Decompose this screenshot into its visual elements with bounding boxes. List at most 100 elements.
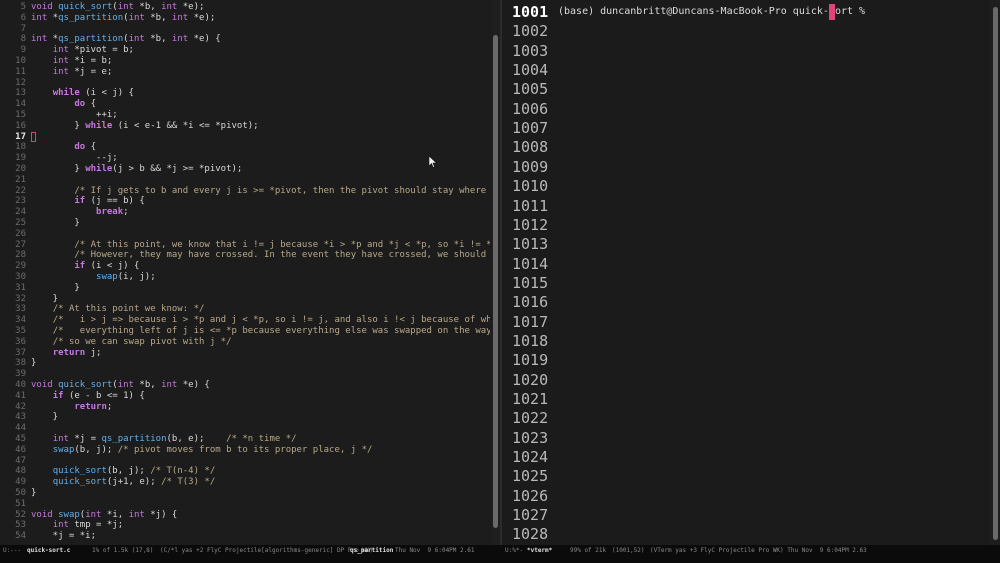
code-line[interactable]: 9 int *pivot = b; (0, 45, 490, 56)
terminal-line-number: 1010 (512, 177, 549, 196)
code-line[interactable]: 28 /* However, they may have crossed. In… (0, 250, 490, 261)
line-number: 26 (15, 228, 26, 239)
code-text: do { (74, 99, 97, 110)
editor-scrollbar[interactable] (491, 0, 500, 545)
code-line[interactable]: 22 /* If j gets to b and every j is >= *… (0, 186, 490, 197)
code-text: swap(b, j); /* pivot moves from b to its… (52, 444, 373, 455)
code-text: return j; (52, 347, 102, 358)
code-line[interactable]: 38} (0, 358, 490, 369)
right-mode-list[interactable]: (VTerm yas +3 FlyC Projectile Pro WK) Th… (650, 545, 867, 563)
terminal-line-number: 1013 (512, 235, 549, 254)
code-line[interactable]: 13 while (i < j) { (0, 88, 490, 99)
terminal-scrollbar[interactable] (990, 0, 1000, 545)
line-number: 48 (15, 466, 26, 477)
right-buffer-name[interactable]: *vterm* (527, 545, 552, 563)
left-mode-list[interactable]: (C/*l yas +2 FlyC Projectile[algorithms-… (160, 545, 373, 563)
code-line[interactable]: 34 /* i > j => because i > *p and j < *p… (0, 315, 490, 326)
code-text: int *i = b; (52, 56, 113, 66)
code-line[interactable]: 39 (0, 369, 490, 380)
left-buffer-name[interactable]: quick-sort.c (27, 545, 70, 563)
code-line[interactable]: 51 (0, 499, 490, 510)
code-line[interactable]: 21 (0, 175, 490, 186)
line-number: 44 (15, 423, 26, 434)
code-text: quick_sort(b, j); /* T(n-4) */ (52, 466, 216, 477)
code-line[interactable]: 37 return j; (0, 348, 490, 359)
code-line[interactable]: 45 int *j = qs_partition(b, e); /* *n ti… (0, 434, 490, 445)
line-number: 10 (15, 56, 26, 66)
code-line[interactable]: 44 (0, 423, 490, 434)
code-text: swap(i, j); (96, 272, 156, 282)
code-line[interactable]: 12 (0, 78, 490, 89)
code-line[interactable]: 46 swap(b, j); /* pivot moves from b to … (0, 445, 490, 456)
code-text: int *j = e; (52, 66, 113, 77)
code-line[interactable]: 19 --j; (0, 153, 490, 164)
terminal-line-number: 1012 (512, 215, 549, 234)
code-line[interactable]: 17 (0, 131, 490, 143)
code-line[interactable]: 54 *j = *i; (0, 531, 490, 542)
line-number: 51 (15, 498, 26, 509)
line-number: 39 (15, 369, 26, 380)
code-line[interactable]: 35 /* everything left of j is <= *p beca… (0, 326, 490, 337)
line-number: 34 (15, 315, 26, 326)
code-line[interactable]: 41 if (e - b <= 1) { (0, 391, 490, 402)
code-line[interactable]: 5 void quick_sort(int *b, int *e); (0, 2, 490, 13)
code-line[interactable]: 47 (0, 456, 490, 467)
code-text: } (31, 282, 80, 293)
line-number: 49 (15, 477, 26, 488)
editor-cursor (31, 131, 36, 142)
code-line[interactable]: 15 ++i; (0, 110, 490, 121)
terminal-line-number: 1004 (512, 61, 549, 80)
code-line[interactable]: 29 if (i < j) { (0, 261, 490, 272)
code-line[interactable]: 27 /* At this point, we know that i != j… (0, 240, 490, 251)
code-line[interactable]: 48 quick_sort(b, j); /* T(n-4) */ (0, 466, 490, 477)
code-line[interactable]: 42 return; (0, 402, 490, 413)
code-line[interactable]: 23 if (j == b) { (0, 196, 490, 207)
right-buffer-state: U:%*- (505, 547, 524, 554)
code-line[interactable]: 16 } while (i < e-1 && *i <= *pivot); (0, 121, 490, 132)
code-line[interactable]: 20 } while(j > b && *j >= *pivot); (0, 164, 490, 175)
line-number: 41 (15, 390, 26, 401)
code-line[interactable]: 52 void swap(int *i, int *j) { (0, 510, 490, 521)
left-buffer-state: U:--- (3, 547, 22, 554)
code-line[interactable]: 40 void quick_sort(int *b, int *e) { (0, 380, 490, 391)
terminal-pane[interactable]: 1001 1002 1003 1004 1005 1006 1007 1008 1009 1010… (502, 0, 990, 545)
code-line[interactable]: 25 } (0, 218, 490, 229)
code-text: *j = *i; (31, 531, 97, 542)
code-line[interactable]: 10 int *i = b; (0, 56, 490, 67)
code-text: while (i < j) { (52, 88, 134, 99)
terminal-line-number: 1003 (512, 41, 549, 60)
code-line[interactable]: 32 } (0, 294, 490, 305)
terminal-line-number: 1015 (512, 273, 549, 292)
code-line[interactable]: 31 } (0, 283, 490, 294)
code-line[interactable]: 18 do { (0, 142, 490, 153)
code-line[interactable]: 7 (0, 24, 490, 35)
line-number: 37 (15, 347, 26, 358)
code-line[interactable]: 11 int *j = e; (0, 67, 490, 78)
code-editor-pane[interactable]: 5 void quick_sort(int *b, int *e); 6 int *q… (0, 0, 490, 545)
code-text: ++i; (31, 110, 118, 120)
terminal-line-number: 1026 (512, 486, 549, 505)
code-line[interactable]: 43 } (0, 412, 490, 423)
line-number: 15 (15, 110, 26, 120)
code-line[interactable]: 24 break; (0, 207, 490, 218)
code-text: /* At this point, we know that i != j be… (74, 239, 490, 250)
code-line[interactable]: 53 int tmp = *j; (0, 520, 490, 531)
terminal-scrollbar-thumb[interactable] (993, 7, 998, 540)
code-text: /* so we can swap pivot with j */ (52, 336, 232, 347)
code-line[interactable]: 6 int *qs_partition(int *b, int *e); (0, 13, 490, 24)
code-text: } while(j > b && *j >= *pivot); (31, 164, 243, 174)
code-line[interactable]: 33 /* At this point we know: */ (0, 304, 490, 315)
code-text: --j; (31, 153, 118, 164)
editor-scrollbar-thumb[interactable] (493, 35, 498, 528)
code-text: int *qs_partition(int *b, int *e); (31, 12, 216, 23)
line-number: 8 (20, 34, 26, 45)
line-number: 27 (15, 239, 26, 250)
code-line[interactable]: 36 /* so we can swap pivot with j */ (0, 337, 490, 348)
code-line[interactable]: 26 (0, 229, 490, 240)
code-line[interactable]: 14 do { (0, 99, 490, 110)
code-line[interactable]: 8 int *qs_partition(int *b, int *e) { (0, 34, 490, 45)
code-line[interactable]: 50} (0, 488, 490, 499)
code-line[interactable]: 30 swap(i, j); (0, 272, 490, 283)
code-line[interactable]: 49 quick_sort(j+1, e); /* T(3) */ (0, 477, 490, 488)
line-number: 16 (15, 120, 26, 131)
